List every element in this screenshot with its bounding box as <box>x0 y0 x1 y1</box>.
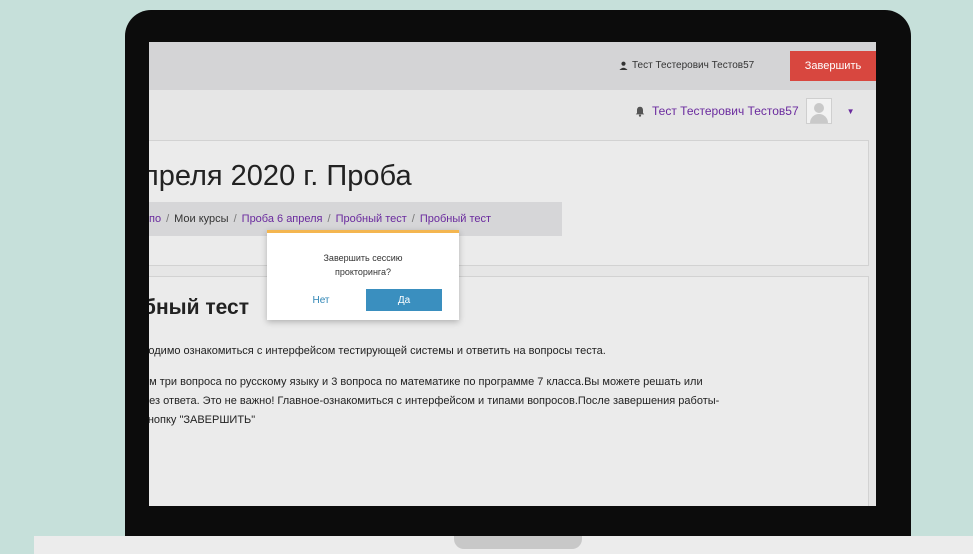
breadcrumb-item-my-courses: Мои курсы <box>174 213 229 225</box>
popover-question-line-1: Завершить сессию <box>323 253 403 263</box>
breadcrumb-item-quiz-section[interactable]: Пробный тест <box>336 213 407 225</box>
yes-button[interactable]: Да <box>366 289 442 311</box>
breadcrumb-separator: / <box>411 213 415 225</box>
section-title: бный тест <box>149 296 249 319</box>
quiz-description-line-2: без ответа. Это не важно! Главное-ознако… <box>149 395 720 407</box>
navbar-user-name: Тест Тестерович Тестов57 <box>652 104 799 118</box>
top-bar: Тест Тестерович Тестов57 Завершить <box>149 42 876 90</box>
user-icon <box>619 61 628 70</box>
breadcrumb-separator: / <box>327 213 331 225</box>
laptop-notch <box>454 536 582 549</box>
avatar[interactable] <box>805 98 832 124</box>
quiz-intro-text: ходимо ознакомиться с интерфейсом тестир… <box>149 345 606 357</box>
confirm-finish-popover: Завершить сессию прокторинга? Нет Да <box>267 230 459 320</box>
page-title: преля 2020 г. Проба <box>149 160 412 192</box>
popover-question: Завершить сессию прокторинга? <box>267 251 459 279</box>
breadcrumb-item-quiz[interactable]: Пробный тест <box>420 213 491 225</box>
topbar-user[interactable]: Тест Тестерович Тестов57 <box>619 60 754 71</box>
quiz-description-line-3: кнопку "ЗАВЕРШИТЬ" <box>149 414 256 426</box>
no-button[interactable]: Нет <box>284 289 358 311</box>
breadcrumb-item-home[interactable]: по <box>149 213 161 225</box>
breadcrumb-separator: / <box>233 213 237 225</box>
bell-icon[interactable] <box>635 106 645 117</box>
navbar-user-menu[interactable]: Тест Тестерович Тестов57 ▼ <box>635 98 855 124</box>
breadcrumb-separator: / <box>166 213 170 225</box>
breadcrumb-item-course[interactable]: Проба 6 апреля <box>242 213 323 225</box>
popover-question-line-2: прокторинга? <box>334 267 392 277</box>
caret-down-icon[interactable]: ▼ <box>847 107 855 116</box>
finish-button[interactable]: Завершить <box>790 51 876 81</box>
laptop-screen: Тест Тестерович Тестов57 Завершить Тест … <box>149 42 876 506</box>
topbar-user-name: Тест Тестерович Тестов57 <box>632 60 755 71</box>
quiz-content-card <box>149 276 869 506</box>
quiz-description-line-1: ем три вопроса по русскому языку и 3 воп… <box>149 376 703 388</box>
